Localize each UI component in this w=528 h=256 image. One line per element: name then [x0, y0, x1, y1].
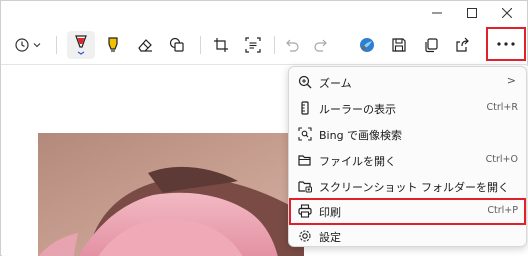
menu-item-open-screenshot-folder[interactable]: スクリーンショット フォルダーを開く: [289, 173, 526, 199]
menu-item-shortcut: Ctrl+O: [485, 154, 518, 165]
toolbar: [1, 25, 528, 65]
menu-item-label: 設定: [319, 231, 341, 244]
copy-icon: [425, 38, 438, 53]
text-actions-icon: [245, 37, 261, 53]
highlighter-button[interactable]: [99, 31, 127, 59]
screenshot-image: [38, 133, 304, 256]
delay-timer-button[interactable]: [11, 31, 45, 59]
more-icon: [497, 42, 515, 46]
gear-icon: [297, 228, 313, 244]
menu-item-shortcut: Ctrl+R: [486, 102, 518, 113]
chevron-right-icon: >: [506, 74, 516, 87]
screenshot-folder-icon: [297, 178, 313, 194]
flower-photo: [38, 133, 304, 256]
ballpoint-pen-button[interactable]: [67, 31, 95, 59]
menu-item-show-ruler[interactable]: ルーラーの表示 Ctrl+R: [289, 95, 526, 121]
crop-button[interactable]: [207, 31, 235, 59]
toolbar-separator: [200, 36, 201, 54]
menu-item-label: Bing で画像検索: [319, 129, 403, 142]
copy-button[interactable]: [417, 31, 445, 59]
menu-item-print[interactable]: 印刷 Ctrl+P: [289, 198, 526, 225]
snipping-tool-window: ズーム > ルーラーの表示 Ctrl+R Bing で画像検索 ファイルを開く …: [0, 0, 528, 256]
eraser-icon: [138, 39, 152, 52]
menu-item-label: ルーラーの表示: [319, 103, 396, 116]
eraser-button[interactable]: [131, 31, 159, 59]
maximize-icon: [467, 8, 477, 18]
save-button[interactable]: [385, 31, 413, 59]
menu-item-label: ファイルを開く: [319, 155, 396, 168]
menu-item-bing-image-search[interactable]: Bing で画像検索: [289, 121, 526, 147]
redo-icon: [314, 39, 327, 52]
minimize-button[interactable]: [422, 1, 452, 25]
pen-icon: [75, 35, 87, 55]
toolbar-separator: [274, 36, 275, 54]
menu-item-open-file[interactable]: ファイルを開く Ctrl+O: [289, 147, 526, 173]
shapes-icon: [169, 37, 184, 52]
undo-icon: [286, 39, 299, 52]
close-icon: [502, 8, 512, 18]
title-bar: [1, 1, 528, 25]
text-actions-button[interactable]: [239, 31, 267, 59]
see-more-button[interactable]: [486, 27, 526, 61]
menu-item-label: ズーム: [319, 77, 352, 90]
save-icon: [392, 38, 406, 52]
undo-button[interactable]: [278, 31, 306, 59]
minimize-icon: [432, 12, 442, 14]
menu-item-label: スクリーンショット フォルダーを開く: [319, 181, 509, 194]
paint-3d-icon: [360, 38, 374, 52]
menu-item-label: 印刷: [319, 206, 341, 219]
menu-item-shortcut: Ctrl+P: [487, 205, 518, 216]
menu-item-zoom[interactable]: ズーム >: [289, 69, 526, 95]
crop-icon: [214, 38, 228, 52]
toolbar-separator: [56, 36, 57, 54]
close-button[interactable]: [492, 1, 522, 25]
menu-item-settings[interactable]: 設定: [289, 223, 526, 249]
maximize-button[interactable]: [457, 1, 487, 25]
highlighter-icon: [108, 37, 118, 52]
share-button[interactable]: [449, 31, 477, 59]
zoom-icon: [297, 74, 313, 90]
share-icon: [456, 37, 469, 52]
printer-icon: [297, 203, 313, 219]
clock-icon: [15, 38, 41, 52]
more-options-menu: ズーム > ルーラーの表示 Ctrl+R Bing で画像検索 ファイルを開く …: [288, 66, 527, 247]
paint3d-button[interactable]: [353, 31, 381, 59]
visual-search-icon: [297, 126, 313, 142]
folder-open-icon: [297, 152, 313, 168]
ruler-icon: [297, 100, 313, 116]
shapes-button[interactable]: [163, 31, 191, 59]
redo-button[interactable]: [307, 31, 335, 59]
